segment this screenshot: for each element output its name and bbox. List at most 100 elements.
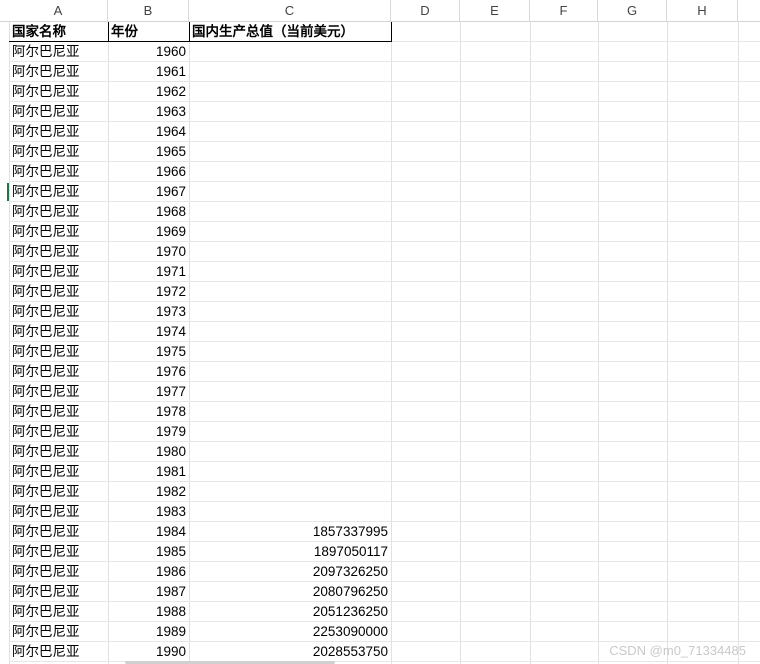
cell-year[interactable]: 1975 — [108, 342, 189, 362]
cell-gdp[interactable]: 2097326250 — [189, 562, 391, 582]
header-cell-gdp[interactable]: 国内生产总值（当前美元） — [189, 22, 391, 42]
cell-year[interactable]: 1990 — [108, 642, 189, 662]
cell-year[interactable]: 1964 — [108, 122, 189, 142]
cell-year[interactable]: 1967 — [108, 182, 189, 202]
cell-country[interactable]: 阿尔巴尼亚 — [9, 402, 108, 422]
cell-country[interactable]: 阿尔巴尼亚 — [9, 202, 108, 222]
cell-country[interactable]: 阿尔巴尼亚 — [9, 262, 108, 282]
cell-year[interactable]: 1976 — [108, 362, 189, 382]
cell-gdp[interactable] — [189, 82, 391, 102]
cell-country[interactable]: 阿尔巴尼亚 — [9, 162, 108, 182]
cell-gdp[interactable] — [189, 302, 391, 322]
cell-year[interactable]: 1983 — [108, 502, 189, 522]
cell-gdp[interactable] — [189, 462, 391, 482]
column-header-c[interactable]: C — [189, 0, 391, 22]
cell-year[interactable]: 1984 — [108, 522, 189, 542]
cell-gdp[interactable]: 2028553750 — [189, 642, 391, 662]
cell-country[interactable]: 阿尔巴尼亚 — [9, 362, 108, 382]
cell-gdp[interactable] — [189, 142, 391, 162]
cell-gdp[interactable]: 2253090000 — [189, 622, 391, 642]
cell-country[interactable]: 阿尔巴尼亚 — [9, 522, 108, 542]
cell-gdp[interactable] — [189, 182, 391, 202]
cell-country[interactable]: 阿尔巴尼亚 — [9, 222, 108, 242]
cell-year[interactable]: 1968 — [108, 202, 189, 222]
cell-gdp[interactable]: 1857337995 — [189, 522, 391, 542]
cell-year[interactable]: 1977 — [108, 382, 189, 402]
header-cell-year[interactable]: 年份 — [108, 22, 189, 42]
cell-year[interactable]: 1966 — [108, 162, 189, 182]
cell-country[interactable]: 阿尔巴尼亚 — [9, 382, 108, 402]
cell-country[interactable]: 阿尔巴尼亚 — [9, 82, 108, 102]
cell-gdp[interactable]: 2051236250 — [189, 602, 391, 622]
cell-country[interactable]: 阿尔巴尼亚 — [9, 542, 108, 562]
cell-gdp[interactable]: 2080796250 — [189, 582, 391, 602]
cell-country[interactable]: 阿尔巴尼亚 — [9, 142, 108, 162]
cell-gdp[interactable] — [189, 102, 391, 122]
cell-gdp[interactable] — [189, 422, 391, 442]
cell-year[interactable]: 1965 — [108, 142, 189, 162]
cell-country[interactable]: 阿尔巴尼亚 — [9, 322, 108, 342]
cell-gdp[interactable] — [189, 242, 391, 262]
cell-year[interactable]: 1960 — [108, 42, 189, 62]
cell-country[interactable]: 阿尔巴尼亚 — [9, 602, 108, 622]
cell-country[interactable]: 阿尔巴尼亚 — [9, 302, 108, 322]
cell-year[interactable]: 1981 — [108, 462, 189, 482]
cell-year[interactable]: 1980 — [108, 442, 189, 462]
cell-year[interactable]: 1989 — [108, 622, 189, 642]
cell-country[interactable]: 阿尔巴尼亚 — [9, 482, 108, 502]
column-header-h[interactable]: H — [667, 0, 738, 22]
cell-year[interactable]: 1972 — [108, 282, 189, 302]
cell-gdp[interactable] — [189, 502, 391, 522]
cell-gdp[interactable] — [189, 442, 391, 462]
cell-year[interactable]: 1974 — [108, 322, 189, 342]
column-header-d[interactable]: D — [391, 0, 460, 22]
cell-year[interactable]: 1982 — [108, 482, 189, 502]
cell-country[interactable]: 阿尔巴尼亚 — [9, 642, 108, 662]
cell-gdp[interactable] — [189, 402, 391, 422]
cell-year[interactable]: 1962 — [108, 82, 189, 102]
column-header-f[interactable]: F — [530, 0, 598, 22]
cell-gdp[interactable] — [189, 262, 391, 282]
cell-year[interactable]: 1973 — [108, 302, 189, 322]
cell-gdp[interactable] — [189, 202, 391, 222]
cell-gdp[interactable] — [189, 362, 391, 382]
cell-gdp[interactable] — [189, 482, 391, 502]
column-header-e[interactable]: E — [460, 0, 530, 22]
cell-year[interactable]: 1969 — [108, 222, 189, 242]
column-header-a[interactable]: A — [9, 0, 108, 22]
cell-country[interactable]: 阿尔巴尼亚 — [9, 102, 108, 122]
cell-country[interactable]: 阿尔巴尼亚 — [9, 462, 108, 482]
cell-country[interactable]: 阿尔巴尼亚 — [9, 182, 108, 202]
cell-country[interactable]: 阿尔巴尼亚 — [9, 622, 108, 642]
cell-year[interactable]: 1978 — [108, 402, 189, 422]
cell-country[interactable]: 阿尔巴尼亚 — [9, 582, 108, 602]
column-header-b[interactable]: B — [108, 0, 189, 22]
cell-country[interactable]: 阿尔巴尼亚 — [9, 122, 108, 142]
cell-country[interactable]: 阿尔巴尼亚 — [9, 242, 108, 262]
cell-year[interactable]: 1986 — [108, 562, 189, 582]
cell-gdp[interactable] — [189, 122, 391, 142]
cell-year[interactable]: 1979 — [108, 422, 189, 442]
cell-country[interactable]: 阿尔巴尼亚 — [9, 282, 108, 302]
cell-year[interactable]: 1987 — [108, 582, 189, 602]
cell-country[interactable]: 阿尔巴尼亚 — [9, 422, 108, 442]
cell-year[interactable]: 1961 — [108, 62, 189, 82]
cell-gdp[interactable] — [189, 42, 391, 62]
cell-gdp[interactable] — [189, 62, 391, 82]
cell-gdp[interactable] — [189, 282, 391, 302]
cell-country[interactable]: 阿尔巴尼亚 — [9, 62, 108, 82]
cell-country[interactable]: 阿尔巴尼亚 — [9, 442, 108, 462]
cell-year[interactable]: 1963 — [108, 102, 189, 122]
cell-country[interactable]: 阿尔巴尼亚 — [9, 502, 108, 522]
cell-country[interactable]: 阿尔巴尼亚 — [9, 562, 108, 582]
column-header-g[interactable]: G — [598, 0, 667, 22]
cell-gdp[interactable] — [189, 342, 391, 362]
cell-year[interactable]: 1971 — [108, 262, 189, 282]
cell-year[interactable]: 1988 — [108, 602, 189, 622]
cell-gdp[interactable] — [189, 222, 391, 242]
cell-country[interactable]: 阿尔巴尼亚 — [9, 42, 108, 62]
cell-year[interactable]: 1970 — [108, 242, 189, 262]
cell-gdp[interactable]: 1897050117 — [189, 542, 391, 562]
cell-gdp[interactable] — [189, 382, 391, 402]
cell-gdp[interactable] — [189, 162, 391, 182]
